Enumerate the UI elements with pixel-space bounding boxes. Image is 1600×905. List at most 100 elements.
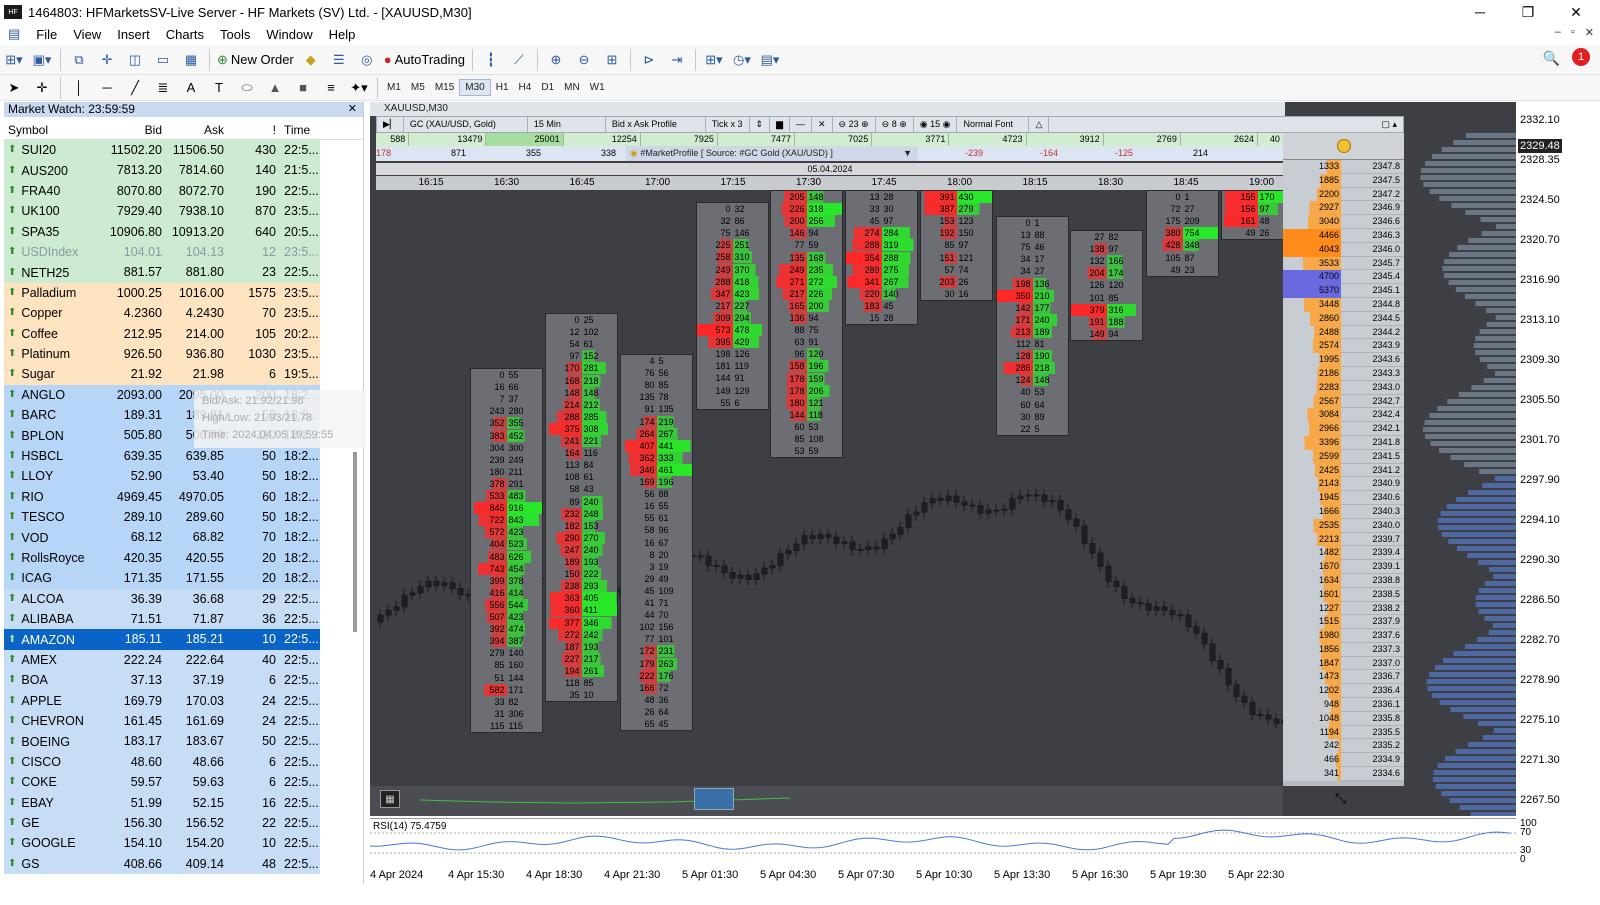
zoom-in-icon[interactable]: ⊕ [545,49,567,71]
signals-icon[interactable]: ☰ [328,49,350,71]
cursor-icon[interactable]: ➤ [3,77,25,99]
symbol-row-palladium[interactable]: ⬆ Palladium 1000.25 1016.00 1575 23:5... [4,282,320,304]
triangle-icon[interactable]: ▲ [264,77,286,99]
warning-icon[interactable]: △ [1029,117,1050,132]
menu-charts[interactable]: Charts [158,27,212,42]
chart-shift-icon[interactable]: ⇥ [666,49,688,71]
mdi-close-button[interactable]: ✕ [1585,26,1594,39]
new-chart-icon[interactable]: ⊞▾ [3,49,25,71]
symbol-row-spa35[interactable]: ⬆ SPA35 10906.80 10913.20 640 20:5... [4,221,320,242]
symbol-row-boa[interactable]: ⬆ BOA 37.13 37.19 6 22:5... [4,670,320,691]
close-icon[interactable]: ✕ [348,102,357,117]
timeframe-m5[interactable]: M5 [406,80,430,95]
timeframe-h1[interactable]: H1 [491,80,514,95]
indicators-icon[interactable]: ⊞▾ [703,49,725,71]
mdi-minimize-button[interactable]: – [1555,26,1561,39]
column-symbol[interactable]: Symbol [4,120,100,139]
value-8-stepper[interactable]: ⊖ 8 ⊕ [876,117,914,132]
footprint-column[interactable]: 0 25 12 102 54 61 97 152 170 281 168 218 148 148 214 21… [545,313,618,703]
maximize-panel-icon[interactable]: ▢ ▴ [1375,119,1403,130]
search-icon[interactable]: 🔍 [1543,50,1560,67]
save-icon[interactable]: ▆ [770,117,790,132]
text-label-icon[interactable]: T [208,77,230,99]
expand-icon[interactable]: ⇕ [750,117,771,132]
font-select[interactable]: Normal Font [957,117,1030,132]
close-icon[interactable]: ✕ [812,117,833,132]
symbol-row-ge[interactable]: ⬆ GE 156.30 156.52 22 22:5... [4,812,320,834]
zoom-out-icon[interactable]: ⊖ [573,49,595,71]
period-select[interactable]: 15 Min [528,117,606,132]
autotrading-button[interactable]: ● AutoTrading [384,49,465,71]
vps-icon[interactable]: ◎ [356,49,378,71]
line-chart-icon[interactable]: ⟋ [508,49,530,71]
profile-source-label[interactable]: ◉ #MarketProfile [ Source: #GC Gold (XAU… [626,146,918,161]
column-spread[interactable]: ! [228,120,280,139]
fibo-icon[interactable]: ≡ [320,77,342,99]
profile-type-select[interactable]: Bid x Ask Profile [606,117,706,132]
symbol-row-neth25[interactable]: ⬆ NETH25 881.57 881.80 23 22:5... [4,262,320,283]
menu-insert[interactable]: Insert [109,27,158,42]
symbol-row-fra40[interactable]: ⬆ FRA40 8070.80 8072.70 190 22:5... [4,180,320,202]
footprint-column[interactable]: 0 1 13 88 75 46 34 17 34 27 198 136 350 210 142 177 171 2… [996,216,1069,436]
symbol-row-ebay[interactable]: ⬆ EBAY 51.99 52.15 16 22:5... [4,792,320,813]
symbol-row-google[interactable]: ⬆ GOOGLE 154.10 154.20 10 22:5... [4,833,320,854]
arrows-icon[interactable]: ✦▾ [348,77,370,99]
footprint-column[interactable]: 0 1 72 27 175 209 380 754 428 348 105 87 49 23 [1146,190,1219,277]
symbol-row-vod[interactable]: ⬆ VOD 68.12 68.82 70 18:2... [4,527,320,548]
ellipse-icon[interactable]: ⬭ [236,77,258,99]
timeframe-m30[interactable]: M30 [459,79,491,96]
symbol-row-gs[interactable]: ⬆ GS 408.66 409.14 48 22:5... [4,853,320,875]
footprint-column[interactable]: 13 28 33 30 45 97 274 284 288 319 354 288 289 275 341 2… [845,190,918,326]
column-ask[interactable]: Ask [166,120,228,139]
symbol-row-usdindex[interactable]: ⬆ USDIndex 104.01 104.13 12 23:5... [4,241,320,263]
bar-chart-icon[interactable]: ┇ [480,49,502,71]
footprint-column[interactable]: 4 5 76 56 80 85 135 78 91 135 174 219 264 267 407 441 36… [620,354,693,732]
minus-icon[interactable]: — [790,117,812,132]
value-15-stepper[interactable]: ◉ 15 ◉ [914,117,958,132]
channel-icon[interactable]: ≣ [152,77,174,99]
rectangle-icon[interactable]: ■ [292,77,314,99]
fullscreen-icon[interactable]: ⤡ [1335,790,1346,807]
symbol-row-lloy[interactable]: ⬆ LLOY 52.90 53.40 50 18:2... [4,466,320,487]
menu-help[interactable]: Help [321,27,364,42]
new-order-button[interactable]: ⊕ New Order [217,49,294,71]
play-icon[interactable]: ▶▏ [377,117,404,132]
symbol-row-hsbcl[interactable]: ⬆ HSBCL 639.35 639.85 50 18:2... [4,445,320,467]
menu-view[interactable]: View [65,27,109,42]
crosshair-icon[interactable]: ✛ [31,77,53,99]
column-bid[interactable]: Bid [100,120,166,139]
chart-scroll-thumb[interactable] [694,788,734,810]
symbol-row-coffee[interactable]: ⬆ Coffee 212.95 214.00 105 20:2... [4,323,320,344]
timeframe-w1[interactable]: W1 [585,80,610,95]
value-23-stepper[interactable]: ⊖ 23 ⊕ [833,117,876,132]
footprint-column[interactable]: 391 430 387 279 153 123 192 150 85 97 151 121 57 74 20… [920,190,993,301]
menu-tools[interactable]: Tools [212,27,258,42]
symbol-row-apple[interactable]: ⬆ APPLE 169.79 170.03 24 22:5... [4,690,320,711]
symbol-row-uk100[interactable]: ⬆ UK100 7929.40 7938.10 870 23:5... [4,201,320,222]
app-menu-icon[interactable]: ▤ [0,26,28,42]
vertical-line-icon[interactable]: │ [68,77,90,99]
instrument-select[interactable]: GC (XAU/USD, Gold) [404,117,528,132]
symbol-row-alibaba[interactable]: ⬆ ALIBABA 71.51 71.87 36 22:5... [4,608,320,630]
timeframe-m1[interactable]: M1 [382,80,406,95]
timeframe-m15[interactable]: M15 [430,80,459,95]
symbol-row-amazon[interactable]: ⬆ AMAZON 185.11 185.21 10 22:5... [4,629,320,650]
symbol-row-coke[interactable]: ⬆ COKE 59.57 59.63 6 22:5... [4,772,320,793]
timeframe-mn[interactable]: MN [559,80,585,95]
symbol-row-copper[interactable]: ⬆ Copper 4.2360 4.2430 70 23:5... [4,303,320,324]
trendline-icon[interactable]: ╱ [124,77,146,99]
menu-window[interactable]: Window [258,27,320,42]
close-button[interactable]: ✕ [1552,0,1600,24]
strategy-tester-icon[interactable]: ▦ [180,49,202,71]
footprint-column[interactable]: 27 82 138 97 132 166 204 174 126 120 101 85 379 316 19… [1070,230,1143,341]
footprint-column[interactable]: 0 32 32 86 75 146 225 251 258 310 249 370 288 418 347 4… [696,202,769,410]
symbol-row-platinum[interactable]: ⬆ Platinum 926.50 936.80 1030 23:5... [4,343,320,365]
symbol-row-chevron[interactable]: ⬆ CHEVRON 161.45 161.69 24 22:5... [4,710,320,732]
symbol-row-tesco[interactable]: ⬆ TESCO 289.10 289.60 50 18:2... [4,507,320,528]
horizontal-line-icon[interactable]: ─ [96,77,118,99]
column-time[interactable]: Time [280,120,320,139]
symbol-row-aus200[interactable]: ⬆ AUS200 7813.20 7814.60 140 21:5... [4,160,320,181]
symbol-row-rio[interactable]: ⬆ RIO 4969.45 4970.05 60 18:2... [4,486,320,508]
footprint-column[interactable]: 0 55 16 66 7 37 243 280 352 355 383 452 304 300 239 249… [470,368,543,733]
notification-badge[interactable]: 1 [1572,48,1590,66]
